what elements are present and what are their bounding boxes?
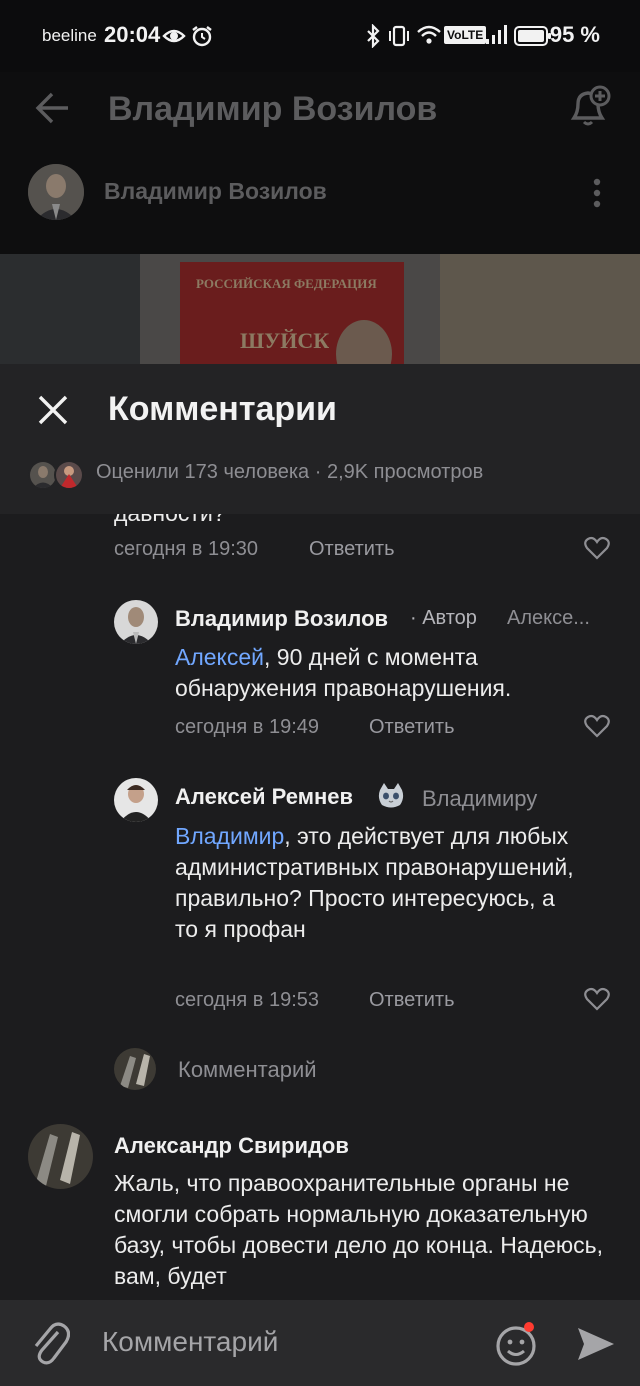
commenter-avatar[interactable]: [114, 600, 158, 644]
heart-icon[interactable]: [584, 714, 610, 738]
mention-link[interactable]: Владимир: [175, 823, 284, 849]
reply-button[interactable]: Ответить: [369, 716, 455, 739]
bluetooth-icon: [367, 24, 380, 48]
reply-button[interactable]: Ответить: [309, 538, 395, 561]
alarm-icon: [192, 26, 212, 47]
comment-author[interactable]: Александр Свиридов: [114, 1133, 349, 1159]
comment-time: сегодня в 19:49: [175, 716, 319, 738]
mention-link[interactable]: Алексей: [175, 644, 264, 670]
carrier-name: beeline: [42, 26, 97, 45]
comment-text: давности?: [114, 514, 226, 529]
reply-to[interactable]: Алексе...: [507, 607, 590, 630]
comment-text: Владимир, это действует для любых админи…: [175, 821, 575, 945]
comment-author[interactable]: Владимир Возилов: [175, 606, 388, 632]
author-avatar[interactable]: [28, 164, 84, 220]
volte-badge: VoLTE: [444, 26, 487, 44]
sign-text-1: РОССИЙСКАЯ ФЕДЕРАЦИЯ: [196, 276, 377, 291]
wifi-icon: [417, 25, 441, 44]
page-title: Владимир Возилов: [108, 90, 438, 128]
sign-text-2: ШУЙСК: [240, 328, 330, 353]
commenter-avatar[interactable]: [114, 778, 158, 822]
back-arrow-icon[interactable]: [34, 90, 72, 126]
likes-views-stats[interactable]: Оценили 173 человека · 2,9K просмотров: [96, 461, 483, 484]
more-vertical-icon[interactable]: [590, 176, 604, 210]
signal-icon: [486, 25, 507, 44]
send-icon[interactable]: [576, 1324, 616, 1364]
attach-paperclip-icon[interactable]: [30, 1320, 70, 1368]
my-avatar: [114, 1048, 156, 1090]
reply-button[interactable]: Ответить: [369, 989, 455, 1012]
comment-text: Алексей, 90 дней с момента обнаружения п…: [175, 642, 595, 704]
comment-composer: [0, 1300, 640, 1386]
battery-percent: 95 %: [549, 22, 600, 47]
liker-avatar: [54, 460, 84, 490]
comment-time: сегодня в 19:53: [175, 989, 319, 1011]
status-bar: beeline 20:04 VoLTE 95 %: [0, 0, 640, 72]
comments-list: давности? сегодня в 19:30 Ответить Влади…: [0, 514, 640, 1300]
post-image[interactable]: РОССИЙСКАЯ ФЕДЕРАЦИЯ ШУЙСК: [0, 254, 640, 364]
eye-icon: [162, 29, 186, 43]
heart-icon[interactable]: [584, 536, 610, 560]
thread-reply-input[interactable]: Комментарий: [178, 1057, 317, 1083]
comment-time: сегодня в 19:30: [114, 538, 258, 560]
comments-sheet-header: [0, 364, 640, 514]
comment-author[interactable]: Алексей Ремнев: [175, 784, 353, 810]
cat-emoji-icon: [378, 783, 404, 808]
battery-icon: [514, 26, 551, 46]
sheet-title: Комментарии: [108, 390, 337, 428]
subscribe-bell-icon[interactable]: [566, 84, 614, 130]
author-name[interactable]: Владимир Возилов: [104, 178, 327, 205]
emoji-sticker-icon[interactable]: [494, 1320, 538, 1368]
close-icon[interactable]: [38, 395, 68, 425]
comment-input[interactable]: Комментарий: [102, 1326, 278, 1358]
reply-to[interactable]: Владимиру: [422, 786, 537, 812]
status-time: 20:04: [104, 22, 161, 47]
heart-icon[interactable]: [584, 987, 610, 1011]
vibrate-icon: [389, 25, 409, 47]
author-badge: · Автор: [410, 607, 477, 629]
comment-text: Жаль, что правоохранительные органы не с…: [114, 1170, 604, 1289]
commenter-avatar[interactable]: [28, 1124, 93, 1189]
